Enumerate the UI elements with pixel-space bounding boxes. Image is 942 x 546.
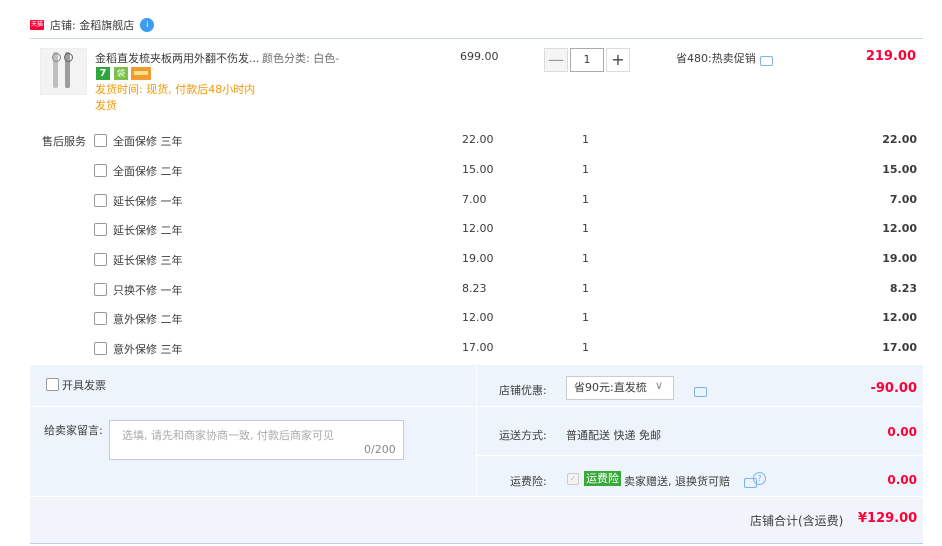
service-row: 意外保修 二年 12.00 1 12.00 [0,308,942,330]
insurance-desc: 卖家赠送, 退换货可赔 [624,475,730,488]
product-sku: 颜色分类: 白色- [262,52,340,65]
shopping-bag-icon: 袋 [114,67,128,80]
service-row: 意外保修 三年 17.00 1 17.00 [0,338,942,360]
product-image-part [52,53,61,62]
discount-amount: -90.00 [870,381,917,396]
message-count: 0/200 [364,443,396,456]
service-total: 8.23 [889,282,917,295]
qty-minus-button[interactable]: — [544,48,568,72]
insurance-checkbox: ✓ [567,473,579,485]
service-total: 12.00 [882,311,917,324]
service-price: 12.00 [462,222,494,235]
service-total: 12.00 [882,222,917,235]
service-row: 延长保修 二年 12.00 1 12.00 [0,219,942,241]
service-total: 7.00 [889,193,917,206]
service-checkbox[interactable] [94,342,107,355]
service-checkbox[interactable] [94,253,107,266]
summary-amount: ¥129.00 [858,511,918,526]
service-qty: 1 [582,282,589,295]
service-qty: 1 [582,341,589,354]
wangwang-chat-icon[interactable]: i [140,18,155,32]
service-checkbox[interactable] [94,194,107,207]
discount-comment[interactable] [690,383,707,397]
comment-icon[interactable] [694,387,707,397]
service-qty: 1 [582,193,589,206]
summary-label: 店铺合计(含运费) [750,514,844,528]
service-name[interactable]: 延长保修 一年 [113,193,183,209]
service-row: 只换不修 一年 8.23 1 8.23 [0,279,942,301]
shop-name[interactable]: 店铺: 金稻旗舰店 [50,17,134,33]
product-image-part [64,53,73,62]
credit-card-icon [131,67,151,80]
service-name[interactable]: 延长保修 三年 [113,252,183,268]
service-row: 延长保修 一年 7.00 1 7.00 [0,190,942,212]
promo-label: 省480:热卖促销 [676,50,773,66]
service-price: 22.00 [462,133,494,146]
service-row: 延长保修 三年 19.00 1 19.00 [0,249,942,271]
service-price: 7.00 [462,193,487,206]
comment-icon[interactable] [759,56,773,66]
service-name[interactable]: 意外保修 二年 [113,311,183,327]
unit-price: 699.00 [460,50,499,63]
qty-plus-button[interactable]: + [606,48,630,72]
service-qty: 1 [582,311,589,324]
service-price: 8.23 [462,282,487,295]
service-name[interactable]: 全面保修 三年 [113,133,183,149]
service-row: 全面保修 二年 15.00 1 15.00 [0,160,942,182]
shipping-amount: 0.00 [887,425,917,439]
service-qty: 1 [582,163,589,176]
service-price: 17.00 [462,341,494,354]
invoice-label[interactable]: 开具发票 [62,377,106,393]
divider [476,365,477,496]
service-qty: 1 [582,222,589,235]
service-total: 17.00 [882,341,917,354]
shop-header: 天猫 店铺: 金稻旗舰店 i [30,14,155,36]
service-price: 15.00 [462,163,494,176]
service-qty: 1 [582,252,589,265]
chevron-down-icon[interactable]: ∨ [655,379,663,392]
service-price: 12.00 [462,311,494,324]
insurance-label: 运费险: [510,475,547,488]
discount-label: 店铺优惠: [499,384,547,397]
service-total: 19.00 [882,252,917,265]
service-checkbox[interactable] [94,164,107,177]
promo-text: 省480:热卖促销 [676,52,756,65]
ship-time: 发货时间: 现货, 付款后48小时内发货 [95,83,256,112]
insurance-badge: 运费险 [584,471,621,486]
divider [477,455,923,456]
shipping-value: 普通配送 快递 免邮 [566,429,661,442]
qty-input[interactable]: 1 [570,48,604,72]
item-total: 219.00 [865,49,916,64]
service-checkbox[interactable] [94,134,107,147]
insurance-amount: 0.00 [887,473,917,487]
service-name[interactable]: 意外保修 三年 [113,341,183,357]
divider [30,406,923,407]
service-total: 15.00 [882,163,917,176]
help-icon[interactable]: ? [753,472,766,485]
seven-day-return-icon: 7 [96,67,110,80]
message-label: 给卖家留言: [44,424,103,437]
product-title[interactable]: 金稻直发梳夹板两用外翻不伤发... [95,50,260,66]
service-total: 22.00 [882,133,917,146]
service-checkbox[interactable] [94,283,107,296]
quantity-stepper: — 1 + [544,48,630,72]
tmall-icon: 天猫 [30,20,44,30]
service-price: 19.00 [462,252,494,265]
invoice-checkbox[interactable] [46,378,59,391]
service-name[interactable]: 延长保修 二年 [113,222,183,238]
service-name[interactable]: 只换不修 一年 [113,282,183,298]
shipping-label: 运送方式: [499,429,547,442]
service-qty: 1 [582,133,589,146]
service-checkbox[interactable] [94,223,107,236]
service-name[interactable]: 全面保修 二年 [113,163,183,179]
message-placeholder: 选填, 请先和商家协商一致, 付款后商家可见 [122,429,334,442]
service-checkbox[interactable] [94,312,107,325]
service-row: 全面保修 三年 22.00 1 22.00 [0,130,942,152]
